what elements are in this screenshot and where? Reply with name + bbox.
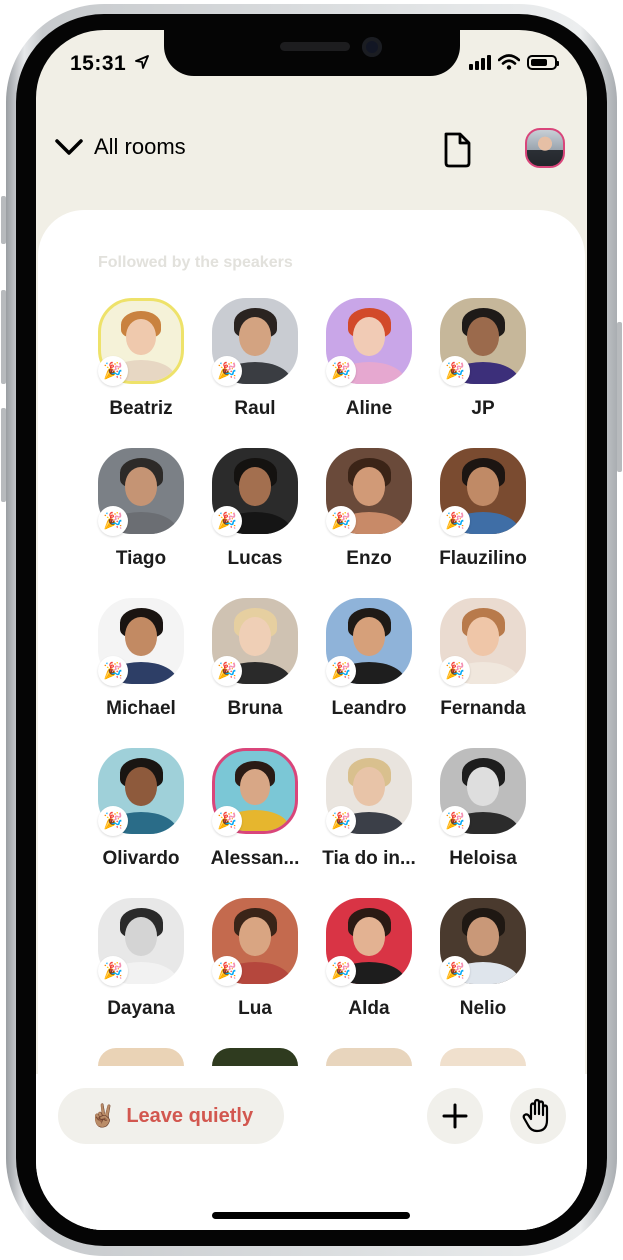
party-popper-icon: 🎉 (212, 656, 242, 686)
status-icons (469, 54, 559, 70)
speaker-name: Dayana (107, 998, 175, 1019)
party-popper-icon: 🎉 (98, 956, 128, 986)
victory-hand-icon: ✌🏽 (88, 1103, 117, 1128)
speaker-name: Nelio (459, 998, 507, 1019)
party-popper-icon: 🎉 (440, 356, 470, 386)
speaker-name: Lucas (227, 548, 283, 569)
all-rooms-button[interactable]: All rooms (54, 134, 186, 160)
leave-quietly-button[interactable]: ✌🏽 Leave quietly (58, 1088, 284, 1144)
status-time: 15:31 (70, 52, 149, 76)
speaker-name: Alda (348, 998, 390, 1019)
speaker-name: Tia do in... (322, 848, 416, 869)
silent-switch (1, 196, 6, 244)
speaker-avatar-partial[interactable] (440, 1048, 526, 1066)
add-button[interactable] (427, 1088, 483, 1144)
party-popper-icon: 🎉 (440, 806, 470, 836)
speaker-name: Aline (345, 398, 393, 419)
speaker-name: Flauzilino (439, 548, 527, 569)
speaker-avatar-partial[interactable] (212, 1048, 298, 1066)
home-indicator (212, 1212, 410, 1219)
party-popper-icon: 🎉 (440, 656, 470, 686)
chevron-down-icon (55, 139, 83, 155)
section-title: Followed by the speakers (98, 254, 293, 271)
speaker-name: Leandro (331, 698, 407, 719)
raise-hand-button[interactable] (510, 1088, 566, 1144)
front-camera (362, 37, 382, 57)
speaker-name: Raul (234, 398, 276, 419)
speaker-name: Lua (238, 998, 272, 1019)
battery-icon (527, 54, 559, 70)
speaker-name: JP (471, 398, 495, 419)
volume-up-button (1, 290, 6, 384)
document-icon (444, 132, 471, 168)
party-popper-icon: 🎉 (98, 506, 128, 536)
signal-icon (469, 54, 491, 70)
power-button (617, 322, 622, 472)
screen: 15:31 All rooms Followed by the speakers… (36, 30, 587, 1230)
party-popper-icon: 🎉 (440, 956, 470, 986)
party-popper-icon: 🎉 (212, 806, 242, 836)
party-popper-icon: 🎉 (98, 356, 128, 386)
bottom-action-bar: ✌🏽 Leave quietly (36, 1074, 587, 1230)
time-text: 15:31 (70, 52, 127, 75)
speaker-name: Enzo (346, 548, 392, 569)
profile-avatar-button[interactable] (525, 128, 565, 168)
document-button[interactable] (441, 132, 473, 173)
all-rooms-label: All rooms (94, 134, 186, 159)
party-popper-icon: 🎉 (440, 506, 470, 536)
party-popper-icon: 🎉 (326, 356, 356, 386)
speaker-avatar-partial[interactable] (326, 1048, 412, 1066)
earpiece (280, 42, 350, 51)
speaker-name: Bruna (227, 698, 283, 719)
party-popper-icon: 🎉 (212, 506, 242, 536)
party-popper-icon: 🎉 (326, 956, 356, 986)
top-header: All rooms (36, 122, 587, 182)
speaker-name: Fernanda (440, 698, 526, 719)
plus-icon (442, 1103, 468, 1129)
wifi-icon (498, 54, 520, 70)
party-popper-icon: 🎉 (326, 506, 356, 536)
volume-down-button (1, 408, 6, 502)
speaker-name: Heloisa (449, 848, 517, 869)
speaker-name: Olivardo (102, 848, 180, 869)
party-popper-icon: 🎉 (98, 806, 128, 836)
party-popper-icon: 🎉 (326, 656, 356, 686)
party-popper-icon: 🎉 (98, 656, 128, 686)
raised-hand-icon (522, 1098, 549, 1133)
speaker-name: Michael (106, 698, 176, 719)
speaker-avatar-partial[interactable] (98, 1048, 184, 1066)
speaker-name: Beatriz (109, 398, 173, 419)
notch (164, 30, 460, 76)
speaker-name: Alessan... (210, 848, 300, 869)
leave-quietly-label: Leave quietly (126, 1104, 254, 1127)
party-popper-icon: 🎉 (326, 806, 356, 836)
party-popper-icon: 🎉 (212, 356, 242, 386)
party-popper-icon: 🎉 (212, 956, 242, 986)
location-arrow-icon (134, 55, 149, 69)
speaker-name: Tiago (115, 548, 167, 569)
